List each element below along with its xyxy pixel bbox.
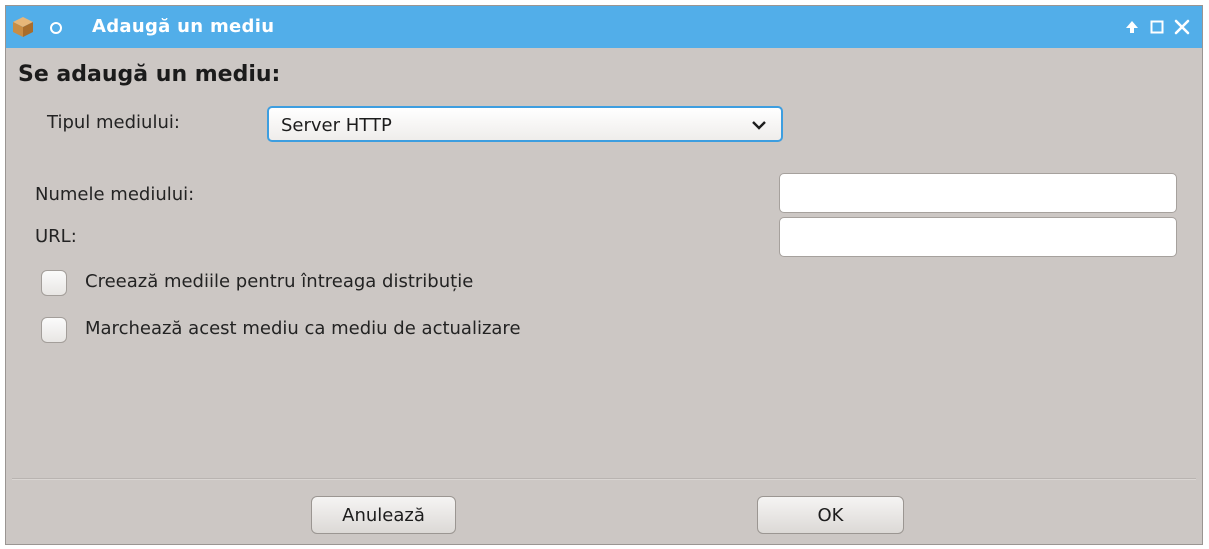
circle-icon[interactable] — [50, 22, 62, 34]
url-input[interactable] — [779, 217, 1177, 257]
update-media-label[interactable]: Marchează acest mediu ca mediu de actual… — [85, 318, 521, 339]
cancel-button[interactable]: Anulează — [311, 496, 456, 534]
url-label: URL: — [35, 226, 77, 247]
keep-above-icon[interactable] — [1123, 18, 1141, 36]
chevron-down-icon — [752, 121, 766, 130]
close-icon[interactable] — [1173, 18, 1191, 36]
media-type-label: Tipul mediului: — [47, 112, 180, 133]
package-icon — [13, 17, 33, 37]
button-separator — [12, 478, 1196, 480]
maximize-icon[interactable] — [1148, 18, 1166, 36]
ok-button[interactable]: OK — [757, 496, 904, 534]
dialog-heading: Se adaugă un mediu: — [18, 62, 281, 87]
whole-distribution-label[interactable]: Creează mediile pentru întreaga distribu… — [85, 271, 473, 292]
media-name-input[interactable] — [779, 173, 1177, 213]
title-bar[interactable]: Adaugă un mediu — [6, 6, 1202, 48]
media-type-select[interactable]: Server HTTP — [267, 106, 783, 142]
window-title: Adaugă un mediu — [92, 16, 275, 37]
whole-distribution-checkbox[interactable] — [41, 270, 67, 296]
update-media-checkbox[interactable] — [41, 317, 67, 343]
media-name-label: Numele mediului: — [35, 184, 195, 205]
media-type-value: Server HTTP — [281, 115, 392, 136]
add-media-dialog: Adaugă un mediu Se adaugă un mediu: Tipu… — [5, 5, 1203, 545]
